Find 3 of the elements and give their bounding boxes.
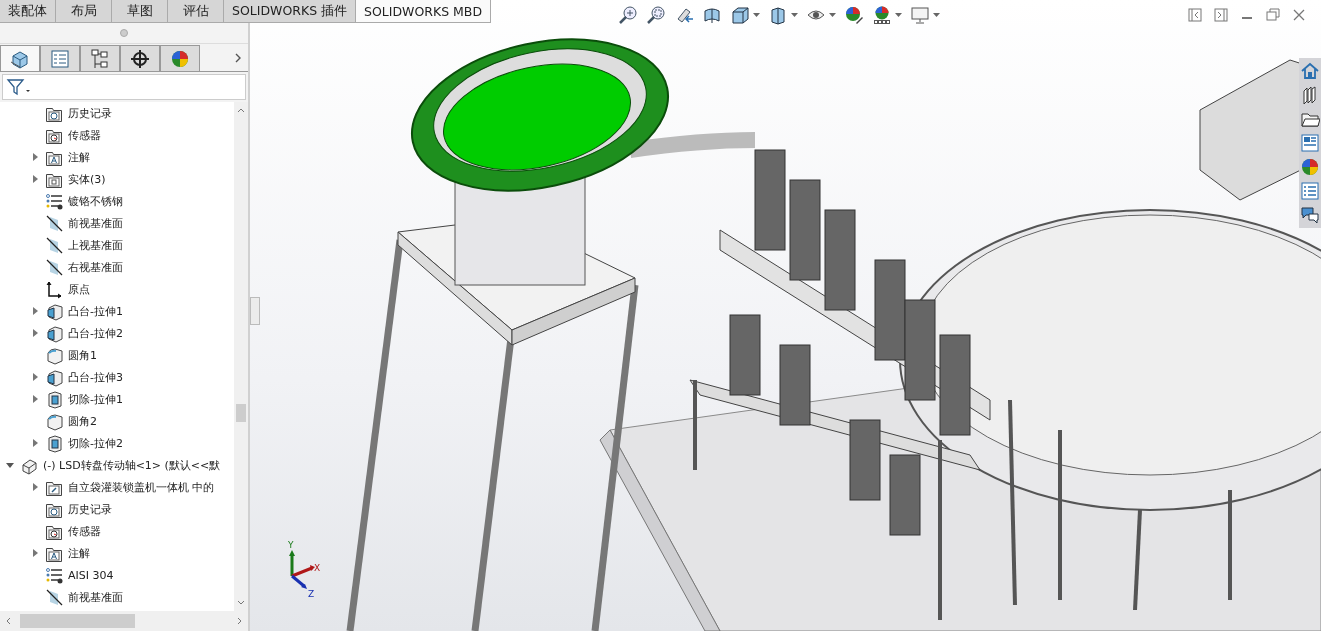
axis-label: Y	[288, 541, 294, 550]
axis-label: X	[314, 564, 321, 573]
axis-label: Z	[308, 590, 315, 599]
